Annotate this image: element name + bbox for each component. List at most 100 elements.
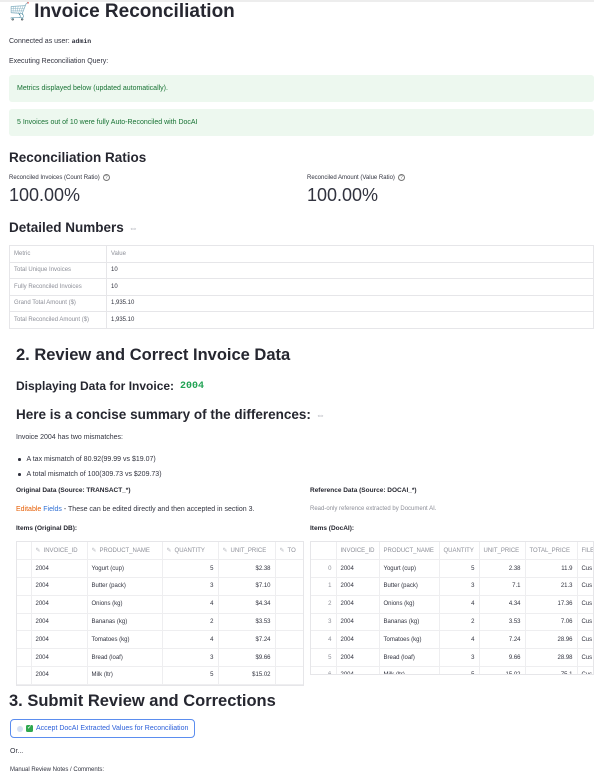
row-marker[interactable] bbox=[17, 648, 32, 668]
grid-cell[interactable]: 2004 bbox=[336, 595, 380, 614]
grid-cell[interactable]: 2004 bbox=[31, 648, 88, 668]
grid-cell[interactable]: Bread (loaf) bbox=[87, 648, 163, 668]
row-marker[interactable] bbox=[17, 595, 32, 614]
value-cell[interactable]: 10 bbox=[106, 261, 594, 279]
metric-cell[interactable]: Total Reconciled Amount ($) bbox=[9, 311, 107, 329]
metric-cell[interactable]: Fully Reconciled Invoices bbox=[9, 278, 107, 296]
grid-cell[interactable] bbox=[275, 630, 303, 650]
column-header[interactable]: Metric bbox=[9, 245, 107, 263]
grid-cell[interactable]: 28.96 bbox=[525, 630, 578, 650]
grid-cell[interactable]: 4 bbox=[162, 630, 219, 650]
column-header[interactable]: UNIT_PRICE bbox=[479, 542, 526, 561]
column-header[interactable]: ✎ QUANTITY bbox=[162, 542, 219, 561]
grid-cell[interactable]: Cus bbox=[577, 613, 593, 632]
grid-cell[interactable]: Tomatoes (kg) bbox=[87, 630, 163, 650]
grid-cell[interactable]: 2004 bbox=[31, 595, 88, 614]
grid-cell[interactable]: $4.34 bbox=[218, 595, 276, 614]
grid-cell[interactable]: 5 bbox=[162, 559, 219, 579]
grid-cell[interactable]: 7.06 bbox=[525, 613, 578, 632]
metric-cell[interactable]: Total Unique Invoices bbox=[9, 261, 107, 279]
grid-cell[interactable]: $3.53 bbox=[218, 613, 276, 632]
grid-cell[interactable]: 4.34 bbox=[479, 595, 526, 614]
grid-cell[interactable]: 2004 bbox=[336, 559, 380, 579]
grid-cell[interactable]: Butter (pack) bbox=[379, 577, 440, 596]
grid-cell[interactable] bbox=[275, 613, 303, 632]
grid-cell[interactable]: 9.66 bbox=[479, 648, 526, 668]
link-icon[interactable]: ⇔ bbox=[316, 410, 325, 420]
grid-cell[interactable]: Bananas (kg) bbox=[87, 613, 163, 632]
grid-cell[interactable]: Cus bbox=[577, 577, 593, 596]
row-marker[interactable] bbox=[17, 666, 32, 685]
grid-cell[interactable]: 2004 bbox=[336, 630, 380, 650]
grid-cell[interactable]: $7.10 bbox=[218, 577, 276, 596]
grid-cell[interactable]: Cus bbox=[577, 666, 593, 674]
grid-cell[interactable]: Onions (kg) bbox=[87, 595, 163, 614]
grid-cell[interactable]: Tomatoes (kg) bbox=[379, 630, 440, 650]
column-header[interactable]: FILE bbox=[577, 542, 593, 561]
grid-cell[interactable]: 3 bbox=[162, 648, 219, 668]
grid-cell[interactable]: Onions (kg) bbox=[379, 595, 440, 614]
grid-cell[interactable]: 75.1 bbox=[525, 666, 578, 674]
grid-cell[interactable]: 5 bbox=[439, 559, 480, 579]
value-cell[interactable]: 10 bbox=[106, 278, 594, 296]
row-marker[interactable] bbox=[17, 613, 32, 632]
help-icon[interactable]: ? bbox=[397, 174, 405, 181]
grid-cell[interactable]: 7.24 bbox=[479, 630, 526, 650]
row-marker[interactable] bbox=[17, 577, 32, 596]
grid-cell[interactable]: 2 bbox=[439, 613, 480, 632]
grid-cell[interactable]: 2004 bbox=[336, 577, 380, 596]
grid-cell[interactable]: 17.36 bbox=[525, 595, 578, 614]
column-header[interactable]: PRODUCT_NAME bbox=[379, 542, 440, 561]
grid-cell[interactable]: Cus bbox=[577, 595, 593, 614]
grid-cell[interactable]: 11.9 bbox=[525, 559, 578, 579]
grid-cell[interactable]: 2004 bbox=[31, 559, 88, 579]
column-header[interactable]: ✎ TO bbox=[275, 542, 303, 561]
grid-cell[interactable]: 2004 bbox=[31, 577, 88, 596]
grid-cell[interactable]: Milk (ltr) bbox=[87, 666, 163, 685]
value-cell[interactable]: 1,935.10 bbox=[106, 294, 594, 312]
grid-cell[interactable]: $9.66 bbox=[218, 648, 276, 668]
grid-cell[interactable]: 3.53 bbox=[479, 613, 526, 632]
grid-cell[interactable]: 2004 bbox=[336, 648, 380, 668]
column-header[interactable]: Value bbox=[106, 245, 594, 263]
grid-cell[interactable]: Butter (pack) bbox=[87, 577, 163, 596]
grid-cell[interactable] bbox=[275, 559, 303, 579]
grid-cell[interactable]: Cus bbox=[577, 648, 593, 668]
grid-cell[interactable]: Yogurt (cup) bbox=[87, 559, 163, 579]
column-header[interactable]: ✎ INVOICE_ID bbox=[31, 542, 88, 561]
grid-cell[interactable]: 15.02 bbox=[479, 666, 526, 674]
grid-cell[interactable]: 7.1 bbox=[479, 577, 526, 596]
grid-cell[interactable]: 2 bbox=[162, 613, 219, 632]
original-items-editor[interactable]: ✎ INVOICE_ID ✎ PRODUCT_NAME ✎ QUANTITY ✎ UNI… bbox=[16, 541, 304, 686]
grid-cell[interactable]: Bananas (kg) bbox=[379, 613, 440, 632]
grid-cell[interactable]: Cus bbox=[577, 559, 593, 579]
grid-cell[interactable] bbox=[275, 666, 303, 685]
grid-cell[interactable] bbox=[275, 648, 303, 668]
help-icon[interactable]: ? bbox=[102, 174, 110, 181]
column-header[interactable]: QUANTITY bbox=[439, 542, 480, 561]
grid-cell[interactable]: 5 bbox=[162, 666, 219, 685]
grid-cell[interactable]: $15.02 bbox=[218, 666, 276, 685]
grid-cell[interactable]: 4 bbox=[439, 630, 480, 650]
grid-cell[interactable]: Cus bbox=[577, 630, 593, 650]
grid-cell[interactable]: 4 bbox=[162, 595, 219, 614]
grid-cell[interactable]: 3 bbox=[439, 577, 480, 596]
grid-cell[interactable]: Yogurt (cup) bbox=[379, 559, 440, 579]
grid-cell[interactable]: 2004 bbox=[31, 613, 88, 632]
grid-cell[interactable]: 3 bbox=[162, 577, 219, 596]
grid-cell[interactable]: 2004 bbox=[31, 666, 88, 685]
row-marker[interactable] bbox=[17, 630, 32, 650]
grid-cell[interactable]: 21.3 bbox=[525, 577, 578, 596]
docai-items-table[interactable]: INVOICE_ID PRODUCT_NAME QUANTITY UNIT_PR… bbox=[310, 541, 594, 675]
grid-cell[interactable]: 5 bbox=[439, 666, 480, 674]
metric-cell[interactable]: Grand Total Amount ($) bbox=[9, 294, 107, 312]
grid-cell[interactable] bbox=[275, 577, 303, 596]
grid-cell[interactable]: 2004 bbox=[336, 666, 380, 674]
grid-cell[interactable]: 2.38 bbox=[479, 559, 526, 579]
grid-cell[interactable]: $2.38 bbox=[218, 559, 276, 579]
grid-cell[interactable]: 2004 bbox=[336, 613, 380, 632]
grid-cell[interactable]: 3 bbox=[439, 648, 480, 668]
value-cell[interactable]: 1,935.10 bbox=[106, 311, 594, 329]
grid-cell[interactable]: $7.24 bbox=[218, 630, 276, 650]
link-icon[interactable]: ⇔ bbox=[129, 223, 138, 233]
